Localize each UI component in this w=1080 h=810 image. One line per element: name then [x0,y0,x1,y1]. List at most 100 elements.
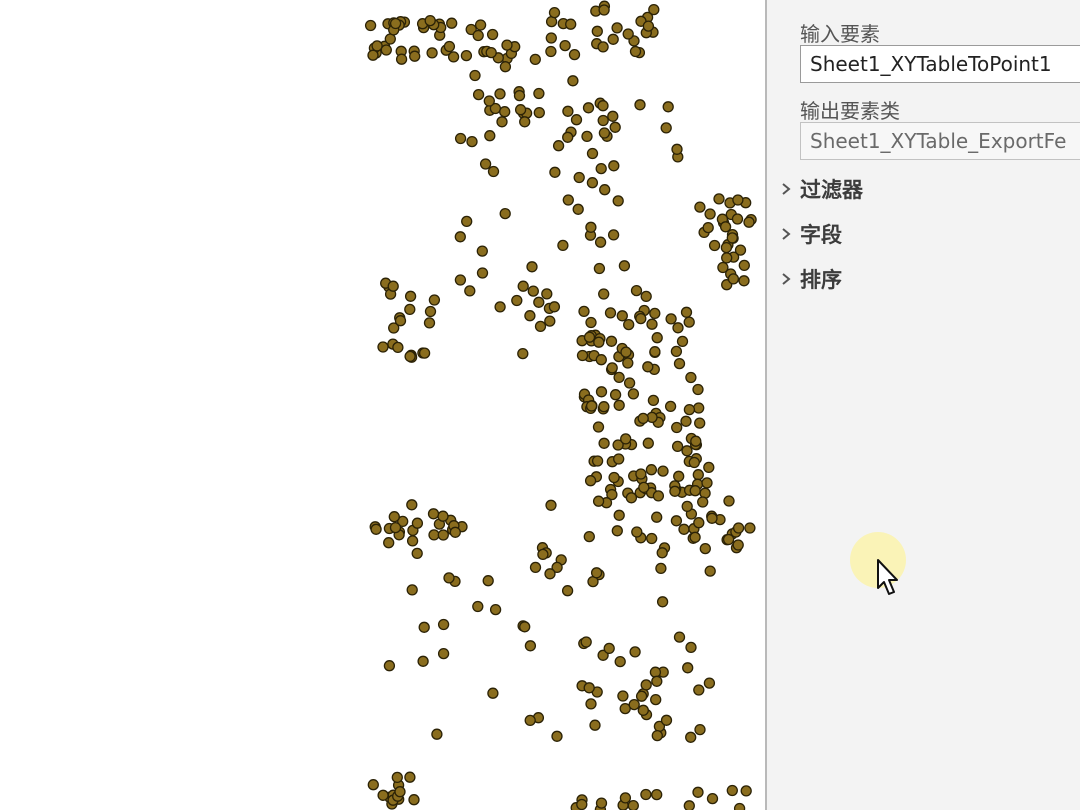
point-feature[interactable] [721,252,733,264]
point-feature[interactable] [487,165,500,178]
point-feature[interactable] [437,647,450,660]
point-feature[interactable] [598,401,610,413]
point-feature[interactable] [437,618,450,631]
point-feature[interactable] [570,114,583,126]
point-feature[interactable] [650,693,662,706]
point-feature[interactable] [485,46,497,59]
point-feature[interactable] [464,285,476,297]
point-feature[interactable] [692,786,704,798]
point-feature[interactable] [683,403,696,416]
point-feature[interactable] [694,201,706,213]
point-feature[interactable] [476,267,489,279]
point-feature[interactable] [672,322,684,334]
point-feature[interactable] [655,562,667,575]
point-feature[interactable] [460,49,473,62]
point-feature[interactable] [685,641,697,654]
point-feature[interactable] [608,160,620,172]
point-feature[interactable] [702,221,714,234]
point-feature[interactable] [645,464,658,476]
point-feature[interactable] [559,39,571,52]
point-feature[interactable] [635,468,647,480]
point-feature[interactable] [642,437,654,449]
point-feature[interactable] [704,565,716,577]
point-feature[interactable] [694,723,706,736]
point-feature[interactable] [630,284,643,297]
point-feature[interactable] [642,361,654,373]
point-feature[interactable] [392,341,404,354]
point-feature[interactable] [533,87,545,100]
point-feature[interactable] [689,531,701,543]
point-feature[interactable] [428,529,440,541]
point-feature[interactable] [595,386,608,398]
point-feature[interactable] [617,690,629,702]
point-feature[interactable] [733,802,746,810]
point-feature[interactable] [527,285,539,297]
point-feature[interactable] [411,547,423,560]
point-feature[interactable] [517,347,529,360]
point-feature[interactable] [494,301,506,313]
section-fields[interactable]: 字段 [775,217,1075,251]
point-feature[interactable] [437,529,449,541]
point-feature[interactable] [501,39,513,51]
point-feature[interactable] [640,290,652,303]
point-feature[interactable] [595,354,607,366]
point-feature[interactable] [534,320,547,333]
point-feature[interactable] [697,496,709,508]
point-feature[interactable] [693,684,705,696]
point-feature[interactable] [640,679,652,691]
point-feature[interactable] [690,435,702,447]
point-feature[interactable] [627,388,640,400]
point-feature[interactable] [680,306,693,318]
point-feature[interactable] [738,259,750,272]
point-feature[interactable] [595,797,608,809]
point-feature[interactable] [604,307,617,319]
point-feature[interactable] [404,350,416,363]
point-feature[interactable] [732,539,744,551]
point-feature[interactable] [647,394,660,407]
point-feature[interactable] [487,687,499,699]
point-feature[interactable] [597,41,609,53]
map-view[interactable] [0,0,765,810]
point-feature[interactable] [734,244,747,256]
point-feature[interactable] [545,32,557,44]
point-feature[interactable] [461,215,473,228]
point-feature[interactable] [642,20,655,32]
point-feature[interactable] [388,511,400,523]
point-feature[interactable] [552,140,565,152]
point-feature[interactable] [406,584,418,596]
point-feature[interactable] [545,45,557,58]
point-feature[interactable] [364,19,377,32]
point-feature[interactable] [651,788,663,801]
point-feature[interactable] [568,48,581,61]
point-feature[interactable] [454,274,467,286]
point-feature[interactable] [526,261,538,273]
point-feature[interactable] [670,515,683,527]
point-feature[interactable] [703,461,715,474]
point-feature[interactable] [671,143,683,155]
point-feature[interactable] [731,213,744,225]
point-feature[interactable] [443,40,456,53]
point-feature[interactable] [681,500,693,513]
point-feature[interactable] [694,417,706,429]
point-feature[interactable] [424,14,436,27]
point-feature[interactable] [479,158,492,170]
point-feature[interactable] [383,660,396,672]
point-feature[interactable] [625,492,638,504]
point-feature[interactable] [623,377,636,389]
point-feature[interactable] [424,305,437,318]
point-feature[interactable] [592,495,605,507]
point-feature[interactable] [598,4,610,16]
point-feature[interactable] [680,415,692,427]
point-feature[interactable] [651,511,663,523]
point-feature[interactable] [548,6,561,19]
point-feature[interactable] [585,221,597,233]
point-feature[interactable] [545,499,557,511]
point-feature[interactable] [519,116,531,128]
point-feature[interactable] [408,794,420,806]
point-feature[interactable] [406,499,418,511]
point-feature[interactable] [562,194,574,206]
point-feature[interactable] [562,131,574,143]
point-feature[interactable] [743,216,755,228]
point-feature[interactable] [727,273,740,285]
point-feature[interactable] [476,245,488,257]
